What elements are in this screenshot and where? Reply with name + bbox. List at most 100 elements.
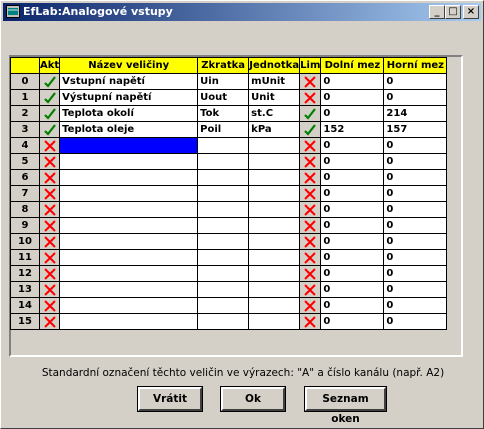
table-row[interactable]: 3 Teplota oleje Poil kPa 152 157	[10, 121, 448, 138]
unit-cell[interactable]: st.C	[248, 105, 301, 122]
table-row[interactable]: 4 00	[10, 137, 448, 154]
col-header-unit[interactable]: Jednotka	[248, 57, 301, 74]
abbr-cell[interactable]	[197, 249, 250, 266]
high-limit-cell[interactable]: 0	[383, 281, 448, 298]
high-limit-cell[interactable]: 0	[383, 201, 448, 218]
check-icon[interactable]	[38, 121, 61, 138]
minimize-button[interactable]: _	[429, 5, 445, 19]
cross-icon[interactable]	[38, 185, 61, 202]
cross-icon[interactable]	[38, 153, 61, 170]
name-cell[interactable]	[59, 217, 199, 234]
high-limit-cell[interactable]: 0	[383, 137, 448, 154]
abbr-cell[interactable]	[197, 233, 250, 250]
cross-icon[interactable]	[299, 73, 322, 90]
row-number[interactable]: 13	[10, 281, 40, 298]
high-limit-cell[interactable]: 0	[383, 233, 448, 250]
row-number[interactable]: 9	[10, 217, 40, 234]
name-cell[interactable]: Teplota okolí	[59, 105, 199, 122]
name-cell[interactable]	[59, 297, 199, 314]
cross-icon[interactable]	[38, 217, 61, 234]
name-cell[interactable]	[59, 137, 199, 154]
cross-icon[interactable]	[38, 313, 61, 330]
name-cell[interactable]	[59, 201, 199, 218]
table-row[interactable]: 1 Výstupní napětí Uout Unit 0 0	[10, 89, 448, 106]
cross-icon[interactable]	[38, 265, 61, 282]
check-icon[interactable]	[38, 89, 61, 106]
cross-icon[interactable]	[38, 297, 61, 314]
table-row[interactable]: 10 0 0	[10, 233, 448, 250]
low-limit-cell[interactable]: 0	[320, 249, 385, 266]
check-icon[interactable]	[38, 73, 61, 90]
abbr-cell[interactable]	[197, 217, 250, 234]
cross-icon[interactable]	[38, 201, 61, 218]
unit-cell[interactable]: mUnit	[248, 73, 301, 90]
row-number[interactable]: 6	[10, 169, 40, 186]
low-limit-cell[interactable]: 0	[320, 297, 385, 314]
check-icon[interactable]	[299, 121, 322, 138]
low-limit-cell[interactable]: 0	[320, 281, 385, 298]
abbr-cell[interactable]	[197, 265, 250, 282]
row-number[interactable]: 15	[10, 313, 40, 330]
low-limit-cell[interactable]: 0	[320, 233, 385, 250]
low-limit-cell[interactable]: 0	[320, 265, 385, 282]
name-cell[interactable]	[59, 265, 199, 282]
high-limit-cell[interactable]: 0	[383, 249, 448, 266]
unit-cell[interactable]	[248, 185, 301, 202]
low-limit-cell[interactable]: 0	[320, 73, 385, 90]
unit-cell[interactable]	[248, 153, 301, 170]
name-cell[interactable]	[59, 281, 199, 298]
cross-icon[interactable]	[299, 185, 322, 202]
col-header-abbr[interactable]: Zkratka	[197, 57, 250, 74]
unit-cell[interactable]	[248, 217, 301, 234]
cross-icon[interactable]	[299, 89, 322, 106]
unit-cell[interactable]	[248, 233, 301, 250]
unit-cell[interactable]	[248, 313, 301, 330]
high-limit-cell[interactable]: 0	[383, 297, 448, 314]
unit-cell[interactable]	[248, 281, 301, 298]
abbr-cell[interactable]	[197, 201, 250, 218]
table-row[interactable]: 9 00	[10, 217, 448, 234]
low-limit-cell[interactable]: 0	[320, 105, 385, 122]
unit-cell[interactable]	[248, 249, 301, 266]
table-row[interactable]: 0 Vstupní napětí Uin mUnit 0 0	[10, 73, 448, 90]
maximize-button[interactable]: □	[445, 5, 461, 19]
low-limit-cell[interactable]: 0	[320, 153, 385, 170]
cross-icon[interactable]	[299, 297, 322, 314]
row-number[interactable]: 10	[10, 233, 40, 250]
close-button[interactable]: ×	[463, 5, 479, 19]
abbr-cell[interactable]: Uout	[197, 89, 250, 106]
name-cell[interactable]	[59, 233, 199, 250]
abbr-cell[interactable]	[197, 313, 250, 330]
table-row[interactable]: 5 00	[10, 153, 448, 170]
low-limit-cell[interactable]: 0	[320, 169, 385, 186]
table-row[interactable]: 11 0 0	[10, 249, 448, 266]
unit-cell[interactable]	[248, 297, 301, 314]
unit-cell[interactable]	[248, 201, 301, 218]
table-row[interactable]: 2 Teplota okolí Tok st.C 0 214	[10, 105, 448, 122]
high-limit-cell[interactable]: 0	[383, 185, 448, 202]
cross-icon[interactable]	[299, 217, 322, 234]
abbr-cell[interactable]	[197, 153, 250, 170]
unit-cell[interactable]: Unit	[248, 89, 301, 106]
low-limit-cell[interactable]: 0	[320, 137, 385, 154]
abbr-cell[interactable]: Tok	[197, 105, 250, 122]
name-cell[interactable]	[59, 313, 199, 330]
cross-icon[interactable]	[38, 137, 61, 154]
abbr-cell[interactable]	[197, 137, 250, 154]
row-number[interactable]: 0	[10, 73, 40, 90]
low-limit-cell[interactable]: 152	[320, 121, 385, 138]
cross-icon[interactable]	[299, 265, 322, 282]
name-cell[interactable]: Teplota oleje	[59, 121, 199, 138]
row-number[interactable]: 11	[10, 249, 40, 266]
table-row[interactable]: 8 00	[10, 201, 448, 218]
unit-cell[interactable]: kPa	[248, 121, 301, 138]
high-limit-cell[interactable]: 0	[383, 265, 448, 282]
col-header-high[interactable]: Horní mez	[383, 57, 448, 74]
high-limit-cell[interactable]: 0	[383, 153, 448, 170]
low-limit-cell[interactable]: 0	[320, 185, 385, 202]
row-number[interactable]: 5	[10, 153, 40, 170]
col-header-akt[interactable]: Akt	[38, 57, 61, 74]
cross-icon[interactable]	[299, 169, 322, 186]
high-limit-cell[interactable]: 214	[383, 105, 448, 122]
cross-icon[interactable]	[299, 233, 322, 250]
